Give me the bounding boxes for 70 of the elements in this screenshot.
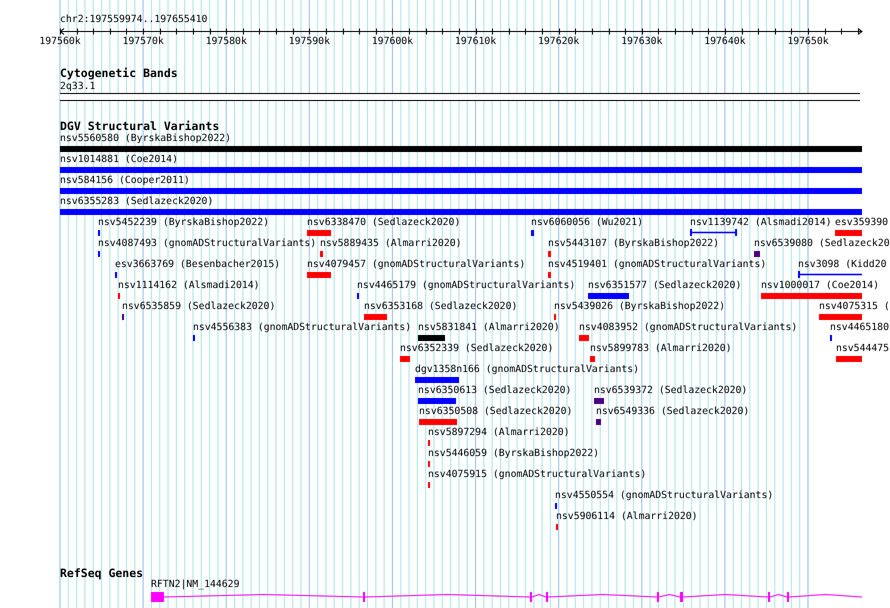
variant-label: nsv5897294 (Almarri2020) <box>428 427 570 439</box>
variant-label: nsv3098 (Kidd20 <box>798 259 886 271</box>
variant-label: nsv6352339 (Sedlazeck2020) <box>400 343 554 355</box>
variant-label: nsv4075315 ( <box>818 301 890 313</box>
track-title: Cytogenetic Bands <box>60 67 178 79</box>
variant-bar[interactable] <box>357 293 360 299</box>
tick-label: 197650k <box>787 36 829 48</box>
variant-label: nsv6350508 (Sedlazeck2020) <box>419 406 572 418</box>
variant-label: nsv5452239 (ByrskaBishop2022) <box>98 217 270 229</box>
variant-label: nsv4087493 (gnomADStructuralVariants) <box>98 238 316 250</box>
variant-bar[interactable] <box>98 251 100 257</box>
variant-bar[interactable] <box>530 230 534 236</box>
variant-label: nsv4083952 (gnomADStructuralVariants) <box>579 322 798 334</box>
variant-label: nsv6353168 (Sedlazeck2020) <box>364 301 518 313</box>
variant-span[interactable] <box>798 271 864 278</box>
variant-label: nsv6539080 (Sedlazeck20 <box>754 238 890 250</box>
variant-label: dgv1358n166 (gnomADStructuralVariants) <box>414 364 640 376</box>
variant-label: nsv5443107 (ByrskaBishop2022) <box>548 238 720 250</box>
variant-label: nsv5831841 (Almarri2020) <box>418 322 560 334</box>
variant-label: nsv4465179 (gnomADStructuralVariants) <box>357 280 576 292</box>
tick-label: 197560k <box>39 36 81 48</box>
tick-label: 197600k <box>372 36 414 48</box>
tick-label: 197620k <box>538 36 580 48</box>
variant-label: esv359390 <box>835 217 888 229</box>
variant-span[interactable] <box>690 229 739 236</box>
variant-label: nsv5446059 (ByrskaBishop2022) <box>428 448 600 460</box>
variant-label: nsv5439026 (ByrskaBishop2022) <box>554 301 726 313</box>
variant-label: nsv584156 (Cooper2011) <box>60 175 190 187</box>
variant-label: nsv5560580 (ByrskaBishop2022) <box>60 133 232 145</box>
variant-label: nsv1014881 (Coe2014) <box>60 154 178 166</box>
variant-label: nsv1139742 (Alsmadi2014) <box>690 217 832 229</box>
variant-label: nsv5889435 (Almarri2020) <box>320 238 462 250</box>
variant-label: nsv6539372 (Sedlazeck2020) <box>594 385 748 397</box>
variant-label: nsv4550554 (gnomADStructuralVariants) <box>555 490 774 502</box>
variant-label: nsv6350613 (Sedlazeck2020) <box>418 385 572 397</box>
variant-label: nsv6535859 (Sedlazeck2020) <box>122 301 276 313</box>
locus-label: chr2:197559974..197655410 <box>60 14 208 26</box>
variant-label: nsv4075915 (gnomADStructuralVariants) <box>428 469 646 481</box>
variant-label: esv3663769 (Besenbacher2015) <box>115 259 280 271</box>
tick-label: 197640k <box>704 36 746 48</box>
variant-label: nsv544475 <box>836 343 890 355</box>
gene-drawing[interactable] <box>151 592 862 602</box>
variant-label: nsv5906114 (Almarri2020) <box>556 511 698 523</box>
variant-bar[interactable] <box>98 230 100 236</box>
variant-label: nsv4465180 <box>830 322 889 334</box>
variant-bar[interactable] <box>596 419 601 425</box>
variant-label: nsv5899783 (Almarri2020) <box>590 343 732 355</box>
variant-label: nsv4519401 (gnomADStructuralVariants) <box>548 259 766 271</box>
tick-label: 197570k <box>122 36 164 48</box>
track-title: DGV Structural Variants <box>60 120 220 132</box>
tick-label: 197580k <box>206 36 247 48</box>
variant-label: nsv6355283 (Sedlazeck2020) <box>60 196 214 208</box>
tick-label: 197630k <box>621 36 662 48</box>
variant-label: nsv1114162 (Alsmadi2014) <box>118 280 260 292</box>
tick-label: 197590k <box>288 36 330 48</box>
variant-label: nsv6060056 (Wu2021) <box>530 217 644 229</box>
variant-bar[interactable] <box>754 251 760 257</box>
band-label: 2q33.1 <box>60 81 96 93</box>
variant-label: nsv1000017 (Coe2014) <box>761 280 879 292</box>
track-title: RefSeq Genes <box>60 567 144 579</box>
variant-label: nsv6351577 (Sedlazeck2020) <box>588 280 742 292</box>
variant-label: nsv4079457 (gnomADStructuralVariants) <box>307 259 526 271</box>
variant-bar[interactable] <box>192 335 195 341</box>
gene-label: RFTN2|NM_144629 <box>151 579 240 591</box>
variant-bar[interactable] <box>115 272 118 278</box>
variant-label: nsv6549336 (Sedlazeck2020) <box>596 406 750 418</box>
variant-label: nsv6338470 (Sedlazeck2020) <box>307 217 460 229</box>
tick-label: 197610k <box>454 36 496 48</box>
variant-label: nsv4556383 (gnomADStructuralVariants) <box>192 322 412 334</box>
variant-bar[interactable] <box>594 398 604 404</box>
